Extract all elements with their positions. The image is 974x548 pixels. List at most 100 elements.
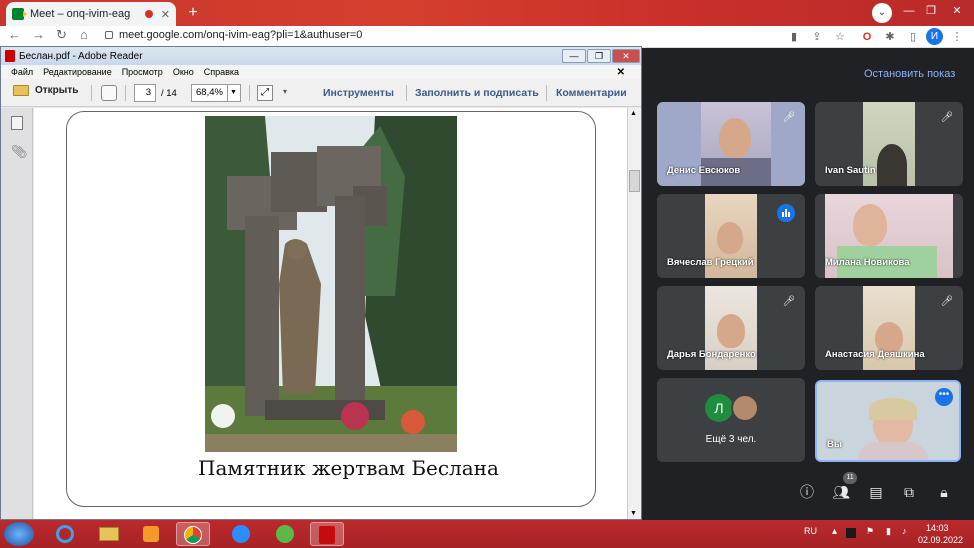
speaking-indicator-icon (777, 204, 795, 222)
taskbar-media-player-icon[interactable] (134, 522, 168, 546)
camera-icon[interactable]: ▮ (787, 30, 801, 44)
taskbar-utorrent-icon[interactable] (268, 522, 302, 546)
taskbar-adobe-reader-icon[interactable] (310, 522, 344, 546)
zoom-dropdown-icon[interactable]: ▼ (227, 84, 241, 102)
windows-taskbar: RU ▴ ⚑ ▮ ♪ 14:03 02.09.2022 (0, 520, 974, 548)
open-button[interactable]: Открыть (13, 85, 78, 96)
forward-button[interactable]: → (32, 27, 45, 42)
taskbar-zoom-icon[interactable] (224, 522, 258, 546)
more-participants-label: Ещё 3 чел. (705, 434, 757, 445)
participant-avatar-photo (731, 394, 759, 422)
back-button[interactable]: ← (8, 27, 21, 42)
participant-tile[interactable]: 🎤︎ Ivan Sautin (815, 102, 963, 186)
fill-and-sign-button[interactable]: Заполнить и подписать (415, 87, 539, 99)
tray-app-icon[interactable] (846, 528, 856, 538)
side-panel-icon[interactable]: ▯ (906, 30, 920, 44)
participant-name: Денис Евсюков (667, 165, 741, 176)
adobe-window-title: Беслан.pdf - Adobe Reader (19, 50, 143, 62)
scroll-down-icon[interactable]: ▼ (630, 510, 637, 517)
mic-off-icon: 🎤︎ (940, 296, 954, 307)
participant-name: Ivan Sautin (825, 165, 876, 176)
pages-thumbnail-icon[interactable] (11, 116, 23, 130)
menu-help[interactable]: Справка (204, 67, 239, 77)
flag-icon[interactable]: ⚑ (866, 526, 874, 537)
adobe-close-button[interactable]: ✕ (612, 49, 640, 63)
close-window-button[interactable]: ✕ (946, 1, 968, 21)
adobe-minimize-button[interactable]: — (562, 49, 586, 63)
participant-face (853, 204, 887, 246)
meeting-info-icon[interactable]: ⓘ (797, 482, 817, 502)
scrollbar-thumb[interactable] (629, 170, 640, 192)
participant-name: Анастасия Деяшкина (825, 349, 925, 360)
more-participants-tile[interactable]: Л Ещё 3 чел. (657, 378, 805, 462)
restore-button[interactable]: ❐ (920, 1, 942, 21)
taskbar-chrome-icon[interactable] (176, 522, 210, 546)
mic-off-icon: 🎤︎ (782, 296, 796, 307)
vertical-scrollbar[interactable]: ▲ ▼ (627, 108, 641, 519)
participant-tile[interactable]: Вячеслав Грецкий (657, 194, 805, 278)
tools-button[interactable]: Инструменты (323, 87, 394, 99)
address-bar[interactable]: meet.google.com/onq-ivim-eag?pli=1&authu… (105, 29, 362, 41)
taskbar-explorer-icon[interactable] (92, 522, 126, 546)
zoom-select[interactable]: 68,4% (191, 84, 229, 102)
people-icon[interactable]: 👥︎ (831, 482, 851, 502)
menu-file[interactable]: Файл (11, 67, 33, 77)
bookmark-star-icon[interactable]: ☆ (833, 30, 847, 44)
page-total: / 14 (161, 88, 177, 99)
browser-menu-icon[interactable]: ⋮ (950, 30, 964, 44)
close-tab-icon[interactable]: ✕ (161, 8, 170, 21)
print-icon[interactable] (101, 85, 117, 101)
participant-name: Милана Новикова (825, 257, 910, 268)
page-number-input[interactable]: 3 (134, 84, 156, 102)
stop-presenting-button[interactable]: Остановить показ (864, 68, 955, 80)
participant-name: Вячеслав Грецкий (667, 257, 754, 268)
volume-icon[interactable]: ♪ (902, 526, 907, 536)
reload-button[interactable]: ↻ (56, 27, 67, 43)
doc-close-icon[interactable]: ✕ (617, 67, 625, 78)
clock-time[interactable]: 14:03 (926, 523, 949, 533)
scroll-up-icon[interactable]: ▲ (630, 110, 637, 117)
extensions-puzzle-icon[interactable]: ✱ (883, 30, 897, 44)
participant-tile[interactable]: 🎤︎ Денис Евсюков (657, 102, 805, 186)
activities-icon[interactable]: ⧉ (899, 482, 919, 502)
participant-tile[interactable]: 🎤︎ Дарья Бондаренко (657, 286, 805, 370)
comments-button[interactable]: Комментарии (556, 87, 627, 99)
toolbar-options-icon[interactable]: ▾ (283, 87, 287, 96)
new-tab-button[interactable]: + (184, 4, 202, 22)
language-indicator[interactable]: RU (804, 526, 817, 536)
participant-face (717, 222, 743, 254)
show-hidden-icons[interactable]: ▴ (832, 526, 837, 537)
network-icon[interactable]: ▮ (886, 526, 891, 537)
self-video-tile[interactable]: ••• Вы (815, 380, 961, 462)
taskbar-internet-explorer-icon[interactable] (48, 522, 82, 546)
minimize-button[interactable]: — (898, 1, 920, 21)
adobe-menu-bar: Файл Редактирование Просмотр Окно Справк… (1, 65, 641, 79)
menu-window[interactable]: Окно (173, 67, 194, 77)
lock-icon (105, 31, 113, 39)
clock-date[interactable]: 02.09.2022 (918, 535, 963, 545)
attachments-paperclip-icon[interactable]: 📎︎ (11, 144, 28, 160)
adobe-navigation-pane: 📎︎ (1, 108, 33, 519)
adobe-restore-button[interactable]: ❐ (587, 49, 611, 63)
tab-title: Meet – onq-ivim-eag (30, 8, 131, 20)
share-icon[interactable]: ⇪ (810, 30, 824, 44)
participant-tile[interactable]: 🎤︎ Анастасия Деяшкина (815, 286, 963, 370)
start-button[interactable] (4, 522, 34, 546)
opera-extension-icon[interactable]: O (860, 30, 874, 44)
more-options-icon[interactable]: ••• (935, 388, 953, 406)
chat-icon[interactable]: ▤ (866, 482, 886, 502)
home-button[interactable]: ⌂ (80, 27, 88, 42)
menu-edit[interactable]: Редактирование (43, 67, 112, 77)
meet-favicon-icon (12, 8, 27, 20)
folder-icon (13, 85, 29, 96)
tab-search-button[interactable]: ⌄ (872, 3, 892, 23)
host-controls-icon[interactable]: 🔒︎ (934, 482, 954, 502)
participant-tile[interactable]: Милана Новикова (815, 194, 963, 278)
menu-view[interactable]: Просмотр (122, 67, 163, 77)
fit-page-icon[interactable]: ⤢ (257, 85, 273, 101)
participant-avatar: Л (705, 394, 733, 422)
self-hair (869, 398, 917, 420)
browser-tab[interactable]: Meet – onq-ivim-eag ✕ (6, 2, 176, 26)
profile-avatar[interactable]: И (926, 28, 943, 45)
toolbar-divider (125, 85, 126, 101)
